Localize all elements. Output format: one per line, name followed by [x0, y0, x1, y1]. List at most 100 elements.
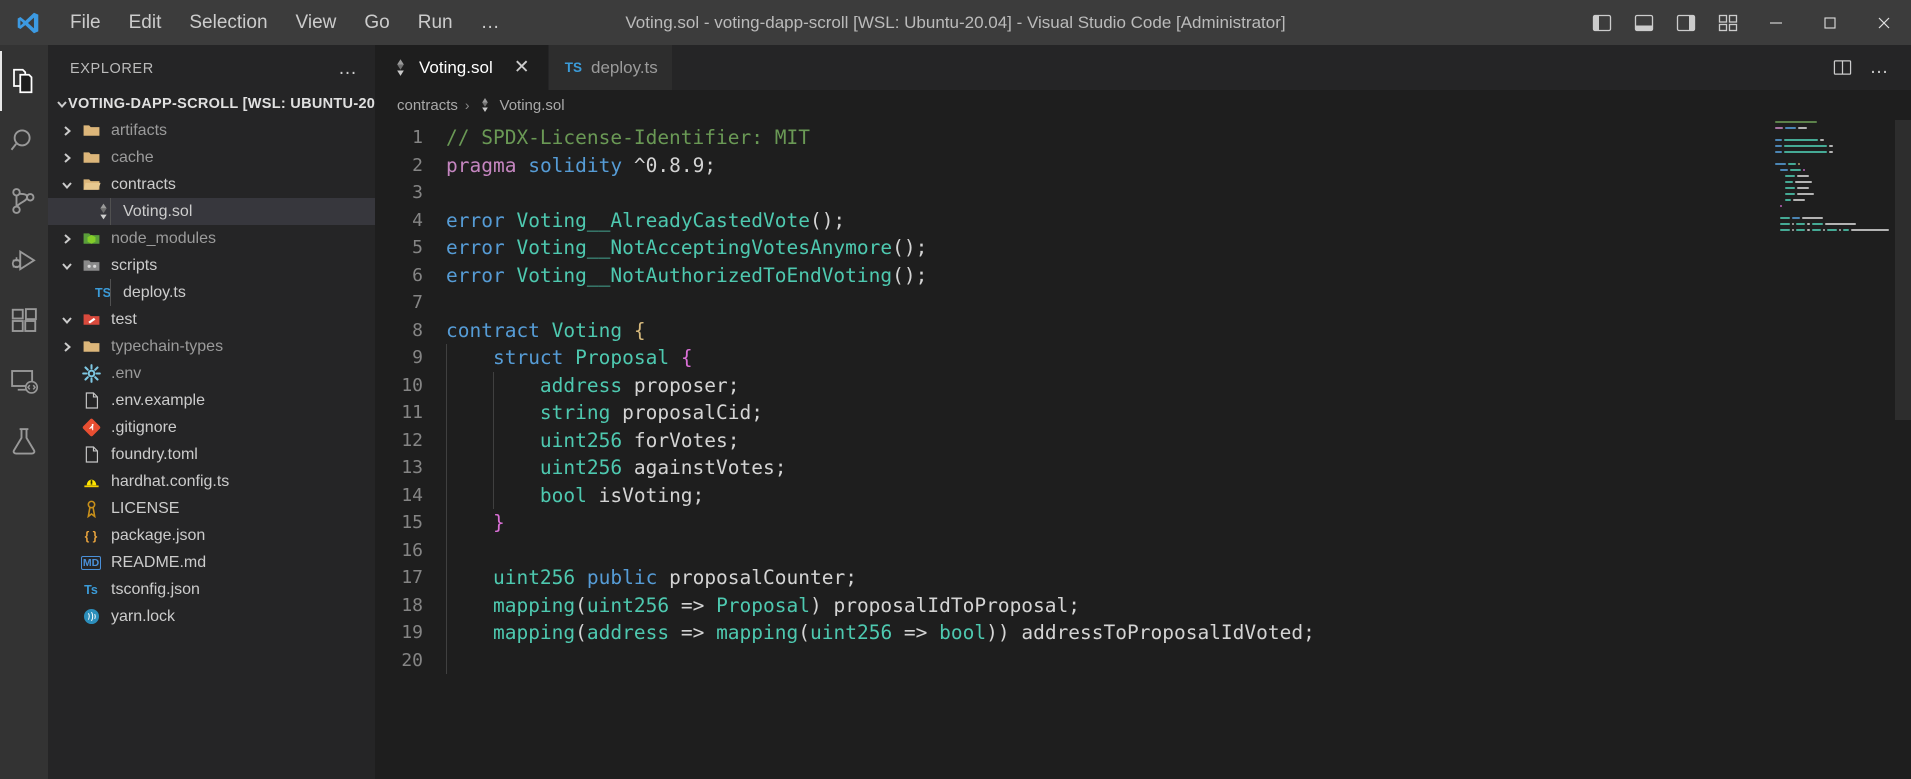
activity-explorer-icon[interactable]: [0, 51, 48, 111]
breadcrumb-separator-icon: ›: [464, 97, 470, 113]
tree-item-label: package.json: [111, 526, 206, 544]
menu-go[interactable]: Go: [350, 7, 403, 39]
tab-deploy-ts[interactable]: TS deploy.ts: [548, 45, 673, 90]
breadcrumb-folder[interactable]: contracts: [397, 97, 458, 114]
activity-search-icon[interactable]: [0, 111, 48, 171]
menu-selection[interactable]: Selection: [175, 7, 281, 39]
editor-more-actions-icon[interactable]: …: [1863, 51, 1897, 85]
code-token: mapping: [716, 621, 799, 644]
tab-close-icon[interactable]: ✕: [510, 56, 534, 80]
code-token: Voting__AlreadyCastedVote: [516, 208, 810, 232]
editor-scrollbar[interactable]: [1895, 120, 1911, 779]
code-token: {: [633, 318, 646, 342]
code-indent-guide: [446, 591, 447, 619]
tree-item-yarn-lock[interactable]: yarn.lock: [48, 603, 375, 630]
tree-item-env-example[interactable]: .env.example: [48, 387, 375, 414]
code-token: (: [575, 621, 587, 644]
activity-remote-explorer-icon[interactable]: [0, 351, 48, 411]
tree-item-typechain-types[interactable]: typechain-types: [48, 333, 375, 360]
tree-item-deploy-ts[interactable]: TS deploy.ts: [48, 279, 375, 306]
workbench-body: EXPLORER … VOTING-DAPP-SCROLL [WSL: UBUN…: [0, 45, 1911, 779]
tree-item-label: tsconfig.json: [111, 580, 200, 598]
breadcrumb-file[interactable]: Voting.sol: [500, 97, 565, 114]
customize-layout-icon[interactable]: [1707, 0, 1749, 45]
markdown-icon: MD: [80, 555, 102, 570]
node-folder-icon: [78, 229, 104, 248]
code-indent-guide: [446, 399, 447, 427]
activity-testing-icon[interactable]: [0, 411, 48, 471]
menu-run[interactable]: Run: [404, 7, 467, 39]
editor-actions: …: [1825, 45, 1911, 90]
tree-item-foundry-toml[interactable]: foundry.toml: [48, 441, 375, 468]
tree-item-package-json[interactable]: { } package.json: [48, 522, 375, 549]
code-text: error Voting__AlreadyCastedVote();: [441, 207, 845, 235]
typescript-icon: TS: [564, 60, 582, 75]
chevron-down-icon[interactable]: [56, 179, 78, 191]
code-content[interactable]: 1 // SPDX-License-Identifier: MIT 2 pragma …: [375, 120, 1911, 674]
code-token: // SPDX-License-Identifier: MIT: [446, 126, 810, 149]
code-indent-guide: [446, 646, 447, 674]
tab-voting-sol[interactable]: Voting.sol ✕: [375, 45, 549, 90]
chevron-right-icon[interactable]: [56, 341, 78, 353]
editor-scrollbar-thumb[interactable]: [1895, 120, 1911, 420]
tree-item-contracts[interactable]: contracts: [48, 171, 375, 198]
tree-item-gitignore[interactable]: .gitignore: [48, 414, 375, 441]
tree-item-scripts[interactable]: scripts: [48, 252, 375, 279]
toggle-secondary-sidebar-icon[interactable]: [1665, 0, 1707, 45]
code-token: address: [586, 621, 670, 644]
code-editor[interactable]: 1 // SPDX-License-Identifier: MIT 2 pragma …: [375, 120, 1911, 779]
line-number: 11: [401, 402, 423, 423]
tree-item-readme-md[interactable]: MD README.md: [48, 549, 375, 576]
license-icon: [78, 499, 104, 518]
tree-item-env[interactable]: .env: [48, 360, 375, 387]
code-token: uint256: [539, 428, 623, 452]
toggle-primary-sidebar-icon[interactable]: [1581, 0, 1623, 45]
tab-label: Voting.sol: [419, 57, 493, 77]
tree-item-artifacts[interactable]: artifacts: [48, 117, 375, 144]
code-token: proposer;: [622, 373, 740, 397]
tree-item-tsconfig-json[interactable]: Ts tsconfig.json: [48, 576, 375, 603]
code-line: 7: [375, 289, 1911, 317]
breadcrumb: contracts › Voting.sol: [375, 90, 1911, 120]
activity-source-control-icon[interactable]: [0, 171, 48, 231]
tree-item-cache[interactable]: cache: [48, 144, 375, 171]
code-token: uint256: [492, 566, 576, 589]
toggle-panel-icon[interactable]: [1623, 0, 1665, 45]
tree-item-voting-sol[interactable]: Voting.sol: [48, 198, 375, 225]
minimize-button[interactable]: [1749, 0, 1803, 45]
code-text: uint256 againstVotes;: [441, 454, 786, 482]
split-editor-icon[interactable]: [1825, 51, 1859, 85]
chevron-right-icon[interactable]: [56, 233, 78, 245]
code-text: address proposer;: [441, 371, 740, 399]
chevron-down-icon[interactable]: [56, 314, 78, 326]
close-button[interactable]: [1857, 0, 1911, 45]
chevron-right-icon[interactable]: [56, 125, 78, 137]
code-line: 15 }: [375, 509, 1911, 537]
menu-overflow-icon[interactable]: …: [467, 7, 516, 39]
tree-item-hardhat-config-ts[interactable]: hardhat.config.ts: [48, 468, 375, 495]
line-number: 13: [401, 457, 423, 478]
tree-item-label: contracts: [111, 175, 176, 193]
tree-item-label: .env.example: [111, 391, 205, 409]
tree-item-license[interactable]: LICENSE: [48, 495, 375, 522]
tree-item-node-modules[interactable]: node_modules: [48, 225, 375, 252]
explorer-more-actions-icon[interactable]: …: [332, 58, 365, 80]
activity-extensions-icon[interactable]: [0, 291, 48, 351]
activity-run-debug-icon[interactable]: [0, 231, 48, 291]
chevron-down-icon[interactable]: [56, 260, 78, 272]
menu-view[interactable]: View: [282, 7, 351, 39]
tree-item-label: typechain-types: [111, 337, 224, 355]
tree-item-test[interactable]: test: [48, 306, 375, 333]
code-indent-guide: [493, 481, 494, 509]
menu-file[interactable]: File: [56, 7, 115, 39]
chevron-right-icon[interactable]: [56, 152, 78, 164]
tree-root-folder[interactable]: VOTING-DAPP-SCROLL [WSL: UBUNTU-20....: [48, 90, 375, 117]
tree-item-label: Voting.sol: [123, 202, 193, 220]
maximize-button[interactable]: [1803, 0, 1857, 45]
menu-edit[interactable]: Edit: [115, 7, 176, 39]
